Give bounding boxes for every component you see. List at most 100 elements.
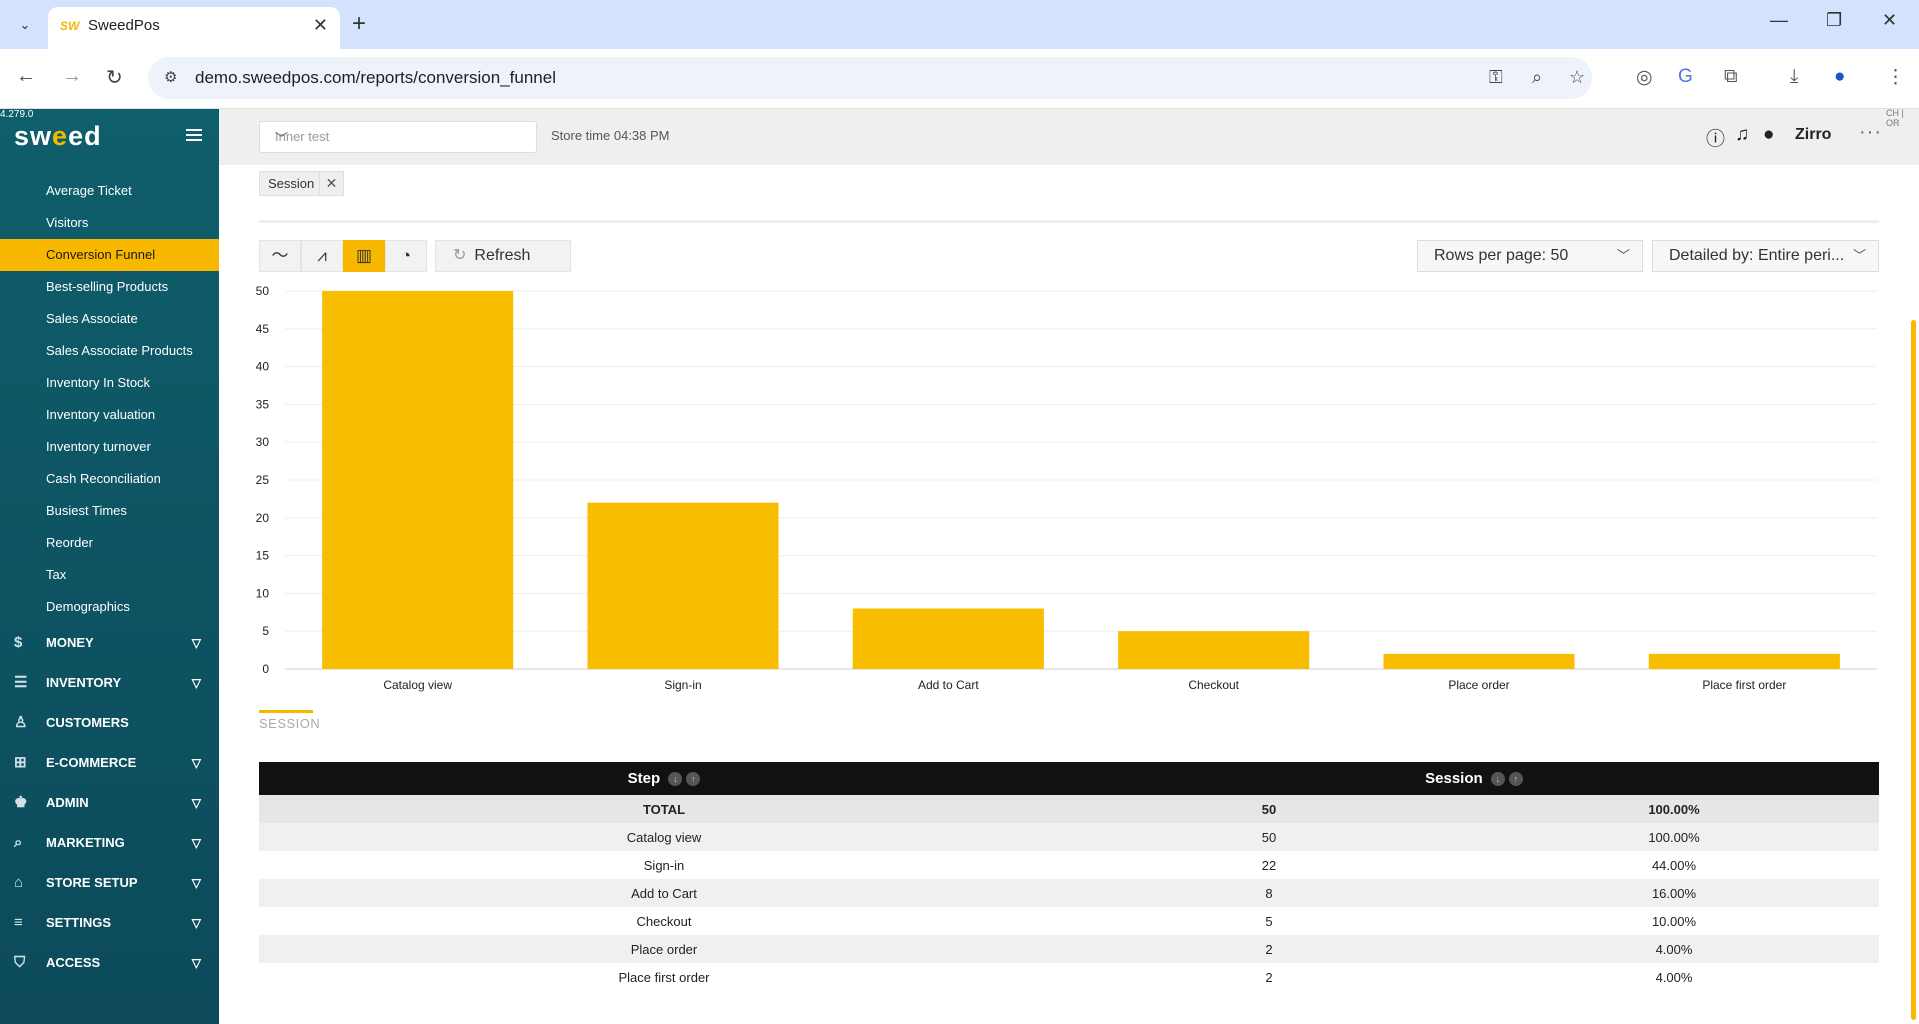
sidebar-item-inventory-turnover[interactable]: Inventory turnover [0, 431, 219, 463]
sidebar-item-conversion-funnel[interactable]: Conversion Funnel [0, 239, 219, 271]
store-select[interactable]: Inner test ﹀ [259, 121, 537, 153]
sidebar-item-busiest-times[interactable]: Busiest Times [0, 495, 219, 527]
area-chart-view-button[interactable]: ⩘ [301, 240, 343, 272]
sidebar-item-reorder[interactable]: Reorder [0, 527, 219, 559]
url-text[interactable]: demo.sweedpos.com/reports/conversion_fun… [195, 68, 556, 88]
sidebar-item-best-selling-products[interactable]: Best-selling Products [0, 271, 219, 303]
pie-chart-view-button[interactable]: ◔ [385, 240, 427, 272]
cell-percent: 10.00% [1469, 907, 1879, 935]
tab-session[interactable]: SESSION [259, 716, 320, 731]
y-tick-label: 0 [262, 662, 269, 676]
help-icon[interactable]: ⓘ [1706, 124, 1725, 151]
bar-chart-view-button[interactable]: ▥ [343, 240, 385, 272]
reload-icon[interactable]: ↻ [106, 65, 123, 90]
bar [1118, 631, 1310, 669]
cell-percent: 100.00% [1469, 795, 1879, 823]
sidebar-section-settings[interactable]: ≡ SETTINGS ▽ [0, 903, 219, 943]
extension-icon[interactable]: ◎ [1636, 66, 1653, 89]
sort-asc-icon[interactable]: ↑ [1508, 772, 1523, 787]
sidebar-section-admin[interactable]: ♚ ADMIN ▽ [0, 783, 219, 823]
new-tab-icon[interactable]: + [352, 10, 366, 38]
sidebar-section-access[interactable]: ⛉ ACCESS ▽ [0, 943, 219, 983]
chevron-down-icon: ▽ [191, 916, 201, 930]
scrollbar-thumb[interactable] [1911, 320, 1916, 1020]
restore-icon[interactable]: ❐ [1826, 10, 1842, 31]
sort-desc-icon[interactable]: ↓ [668, 772, 683, 787]
download-icon[interactable]: ⤓ [1790, 66, 1798, 88]
sidebar-section-e-commerce[interactable]: ⊞ E-COMMERCE ▽ [0, 743, 219, 783]
bar [322, 291, 514, 669]
bar [1648, 653, 1840, 669]
chevron-down-icon: ﹀ [1616, 248, 1630, 263]
list-icon: ☰ [14, 674, 28, 691]
tab-search-chevron-icon[interactable]: ⌄ [12, 14, 38, 36]
extensions-puzzle-icon[interactable]: ⧉ [1724, 66, 1738, 88]
zoom-icon[interactable]: ⌕ [1532, 67, 1542, 88]
column-header-session[interactable]: Session ↓ ↑ [1069, 762, 1879, 795]
user-avatar-icon[interactable]: ● [1763, 124, 1774, 146]
hamburger-menu-icon[interactable] [186, 129, 202, 141]
sort-asc-icon[interactable]: ↑ [686, 772, 701, 787]
sidebar-section-customers[interactable]: ♙ CUSTOMERS [0, 703, 219, 743]
column-header-step[interactable]: Step ↓ ↑ [259, 762, 1069, 795]
more-options-icon[interactable]: ··· [1859, 121, 1882, 144]
sidebar-item-sales-associate-products[interactable]: Sales Associate Products [0, 335, 219, 367]
password-key-icon[interactable]: ⚿ [1489, 67, 1503, 88]
refresh-button[interactable]: ↻ Refresh [435, 240, 571, 272]
close-tab-icon[interactable]: ✕ [313, 15, 328, 36]
chevron-down-icon: ▽ [191, 836, 201, 850]
sidebar-section-money[interactable]: $ MONEY ▽ [0, 623, 219, 663]
browser-tab[interactable]: SW SweedPos ✕ [48, 7, 340, 49]
cell-percent: 44.00% [1469, 851, 1879, 879]
bar [587, 502, 779, 669]
window-close-icon[interactable]: ✕ [1882, 10, 1897, 31]
store-time: Store time 04:38 PM [551, 128, 670, 143]
chevron-down-icon: ▽ [191, 676, 201, 690]
back-icon[interactable]: ← [16, 65, 36, 88]
cell-value: 2 [1069, 935, 1469, 963]
rows-per-page-select[interactable]: Rows per page: 50 ﹀ [1417, 240, 1643, 272]
divider [259, 220, 1879, 223]
sidebar-item-average-ticket[interactable]: Average Ticket [0, 175, 219, 207]
sidebar-item-inventory-valuation[interactable]: Inventory valuation [0, 399, 219, 431]
sidebar-item-visitors[interactable]: Visitors [0, 207, 219, 239]
sidebar-item-tax[interactable]: Tax [0, 559, 219, 591]
chevron-down-icon: ▽ [191, 636, 201, 650]
sidebar-item-cash-reconciliation[interactable]: Cash Reconciliation [0, 463, 219, 495]
bookmark-star-icon[interactable]: ☆ [1569, 67, 1585, 88]
user-name[interactable]: Zirro [1795, 126, 1831, 144]
bell-icon[interactable]: ♫ [1735, 124, 1749, 146]
admin-icon: ♚ [14, 794, 28, 811]
cell-value: 50 [1069, 795, 1469, 823]
refresh-icon: ↻ [453, 247, 467, 264]
bar [852, 608, 1044, 669]
chevron-down-icon: ▽ [191, 956, 201, 970]
table-row: Catalog view 50 100.00% [259, 823, 1879, 851]
sidebar-section-marketing[interactable]: ⌕ MARKETING ▽ [0, 823, 219, 863]
x-tick-label: Catalog view [383, 678, 452, 692]
table-row: Place order 2 4.00% [259, 935, 1879, 963]
sidebar-section-store-setup[interactable]: ⌂ STORE SETUP ▽ [0, 863, 219, 903]
table-row: Checkout 5 10.00% [259, 907, 1879, 935]
sidebar-item-demographics[interactable]: Demographics [0, 591, 219, 623]
detailed-by-select[interactable]: Detailed by: Entire peri... ﹀ [1652, 240, 1879, 272]
site-info-icon[interactable]: ⚙ [164, 68, 177, 86]
remove-chip-icon[interactable]: ✕ [319, 171, 344, 196]
y-tick-label: 50 [256, 284, 270, 298]
sort-desc-icon[interactable]: ↓ [1490, 772, 1505, 787]
minimize-icon[interactable]: — [1770, 10, 1788, 31]
url-omnibox[interactable]: ⚙ demo.sweedpos.com/reports/conversion_f… [148, 57, 1592, 99]
browser-menu-icon[interactable]: ⋮ [1886, 66, 1905, 89]
translate-icon[interactable]: G [1678, 66, 1693, 88]
sidebar-item-inventory-in-stock[interactable]: Inventory In Stock [0, 367, 219, 399]
forward-icon[interactable]: → [62, 65, 82, 88]
sidebar-section-inventory[interactable]: ☰ INVENTORY ▽ [0, 663, 219, 703]
line-chart-view-button[interactable]: 〜 [259, 240, 301, 272]
y-tick-label: 5 [262, 624, 269, 638]
y-tick-label: 40 [256, 360, 270, 374]
sidebar-item-sales-associate[interactable]: Sales Associate [0, 303, 219, 335]
sweed-logo[interactable]: sweed [14, 121, 102, 152]
profile-icon[interactable]: ● [1834, 66, 1845, 88]
cell-value: 8 [1069, 879, 1469, 907]
table-row: Sign-in 22 44.00% [259, 851, 1879, 879]
